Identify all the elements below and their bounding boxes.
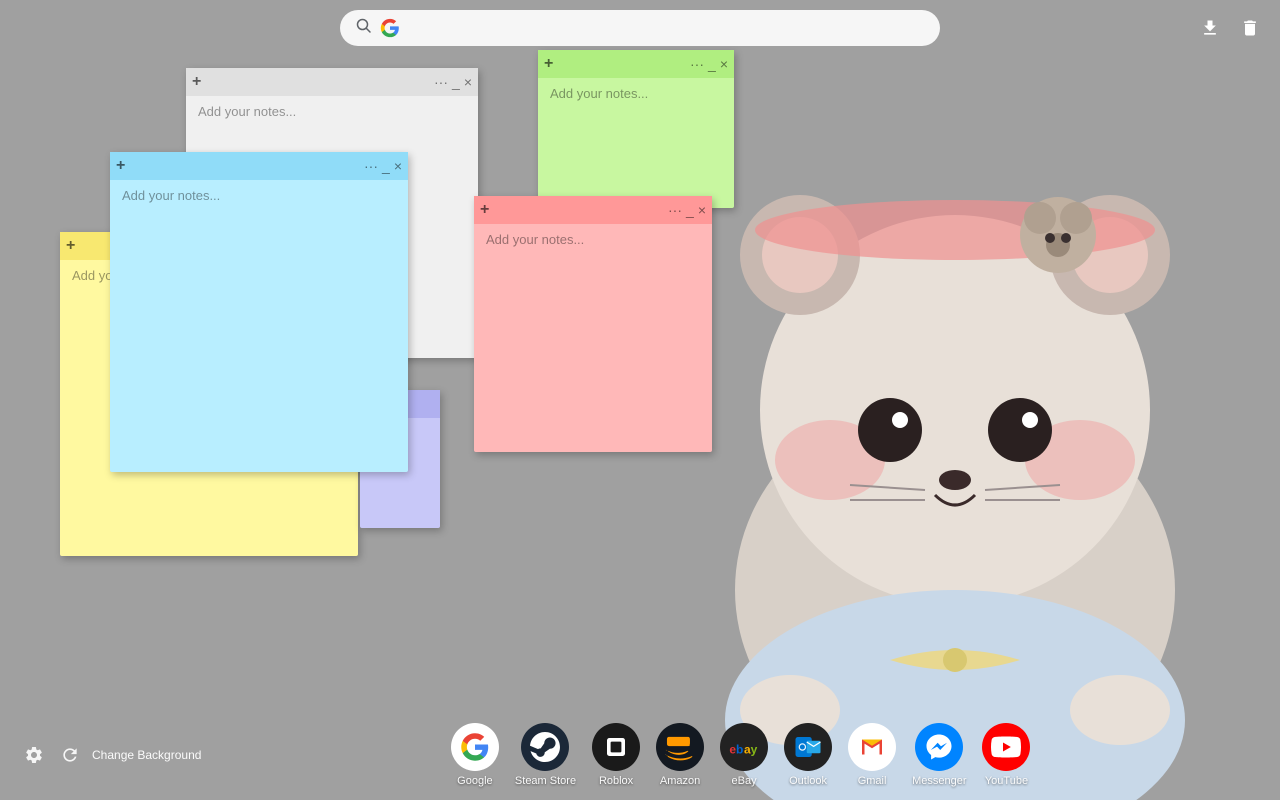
dock-icon-google[interactable] (451, 723, 499, 771)
dock-apps: Google Steam Store Roblox (221, 723, 1260, 787)
dock-label-youtube: YouTube (985, 775, 1028, 787)
note-4-header: + ··· _ × (474, 196, 712, 224)
dock-icon-gmail[interactable] (848, 723, 896, 771)
dock-label-messenger: Messenger (912, 775, 966, 787)
note-3-header: + ··· _ × (110, 152, 408, 180)
svg-text:b: b (736, 743, 743, 757)
dock-icon-roblox[interactable] (592, 723, 640, 771)
dock-icon-messenger[interactable] (915, 723, 963, 771)
note-2-body[interactable]: Add your notes... (538, 78, 734, 208)
sticky-note-2[interactable]: + ··· _ × Add your notes... (538, 50, 734, 208)
change-background-button[interactable]: Change Background (92, 748, 201, 762)
dock-label-ebay: eBay (732, 775, 757, 787)
dock-icon-steam[interactable] (521, 723, 569, 771)
dock-left-controls: Change Background (20, 741, 201, 769)
note-1-add-btn[interactable]: + (192, 73, 201, 91)
settings-button[interactable] (20, 741, 48, 769)
dock-label-steam: Steam Store (515, 775, 576, 787)
dock-app-outlook[interactable]: Outlook (784, 723, 832, 787)
dock-app-youtube[interactable]: YouTube (982, 723, 1030, 787)
note-5-add-btn[interactable]: + (66, 237, 75, 255)
svg-text:y: y (751, 743, 758, 757)
search-bar[interactable] (340, 10, 940, 46)
dock-icon-outlook[interactable] (784, 723, 832, 771)
sticky-note-4[interactable]: + ··· _ × Add your notes... (474, 196, 712, 452)
note-2-add-btn[interactable]: + (544, 55, 553, 73)
note-4-body[interactable]: Add your notes... (474, 224, 712, 452)
note-4-placeholder: Add your notes... (486, 232, 584, 247)
dock-app-messenger[interactable]: Messenger (912, 723, 966, 787)
note-4-add-btn[interactable]: + (480, 201, 489, 219)
refresh-button[interactable] (56, 741, 84, 769)
note-4-min-btn[interactable]: _ (686, 202, 694, 218)
dock-app-ebay[interactable]: e b a y eBay (720, 723, 768, 787)
note-2-close-btn[interactable]: × (720, 56, 728, 72)
note-3-placeholder: Add your notes... (122, 188, 220, 203)
dock-label-amazon: Amazon (660, 775, 700, 787)
top-right-icons (1196, 14, 1264, 42)
google-logo-search (380, 18, 400, 38)
sticky-note-3[interactable]: + ··· _ × Add your notes... (110, 152, 408, 472)
note-1-placeholder: Add your notes... (198, 104, 296, 119)
search-icon (356, 18, 372, 39)
note-4-menu-btn[interactable]: ··· (668, 202, 682, 218)
note-1-menu-btn[interactable]: ··· (434, 74, 448, 90)
download-icon[interactable] (1196, 14, 1224, 42)
note-2-menu-btn[interactable]: ··· (690, 56, 704, 72)
dock-app-google[interactable]: Google (451, 723, 499, 787)
dock-label-outlook: Outlook (789, 775, 827, 787)
note-1-header: + ··· _ × (186, 68, 478, 96)
dock-app-amazon[interactable]: Amazon (656, 723, 704, 787)
dock-icon-ebay[interactable]: e b a y (720, 723, 768, 771)
dock-icon-youtube[interactable] (982, 723, 1030, 771)
note-4-close-btn[interactable]: × (698, 202, 706, 218)
dock-label-roblox: Roblox (599, 775, 633, 787)
dock-label-gmail: Gmail (858, 775, 887, 787)
dock: Change Background Google Steam Store (0, 710, 1280, 800)
note-3-min-btn[interactable]: _ (382, 158, 390, 174)
dock-icon-amazon[interactable] (656, 723, 704, 771)
note-3-menu-btn[interactable]: ··· (364, 158, 378, 174)
note-3-add-btn[interactable]: + (116, 157, 125, 175)
note-1-close-btn[interactable]: × (464, 74, 472, 90)
dock-app-steam[interactable]: Steam Store (515, 723, 576, 787)
note-3-body[interactable]: Add your notes... (110, 180, 408, 472)
note-3-close-btn[interactable]: × (394, 158, 402, 174)
dock-app-gmail[interactable]: Gmail (848, 723, 896, 787)
note-1-min-btn[interactable]: _ (452, 74, 460, 90)
note-2-min-btn[interactable]: _ (708, 56, 716, 72)
trash-icon[interactable] (1236, 14, 1264, 42)
top-bar (0, 0, 1280, 56)
dock-label-google: Google (457, 775, 492, 787)
note-2-placeholder: Add your notes... (550, 86, 648, 101)
dock-app-roblox[interactable]: Roblox (592, 723, 640, 787)
